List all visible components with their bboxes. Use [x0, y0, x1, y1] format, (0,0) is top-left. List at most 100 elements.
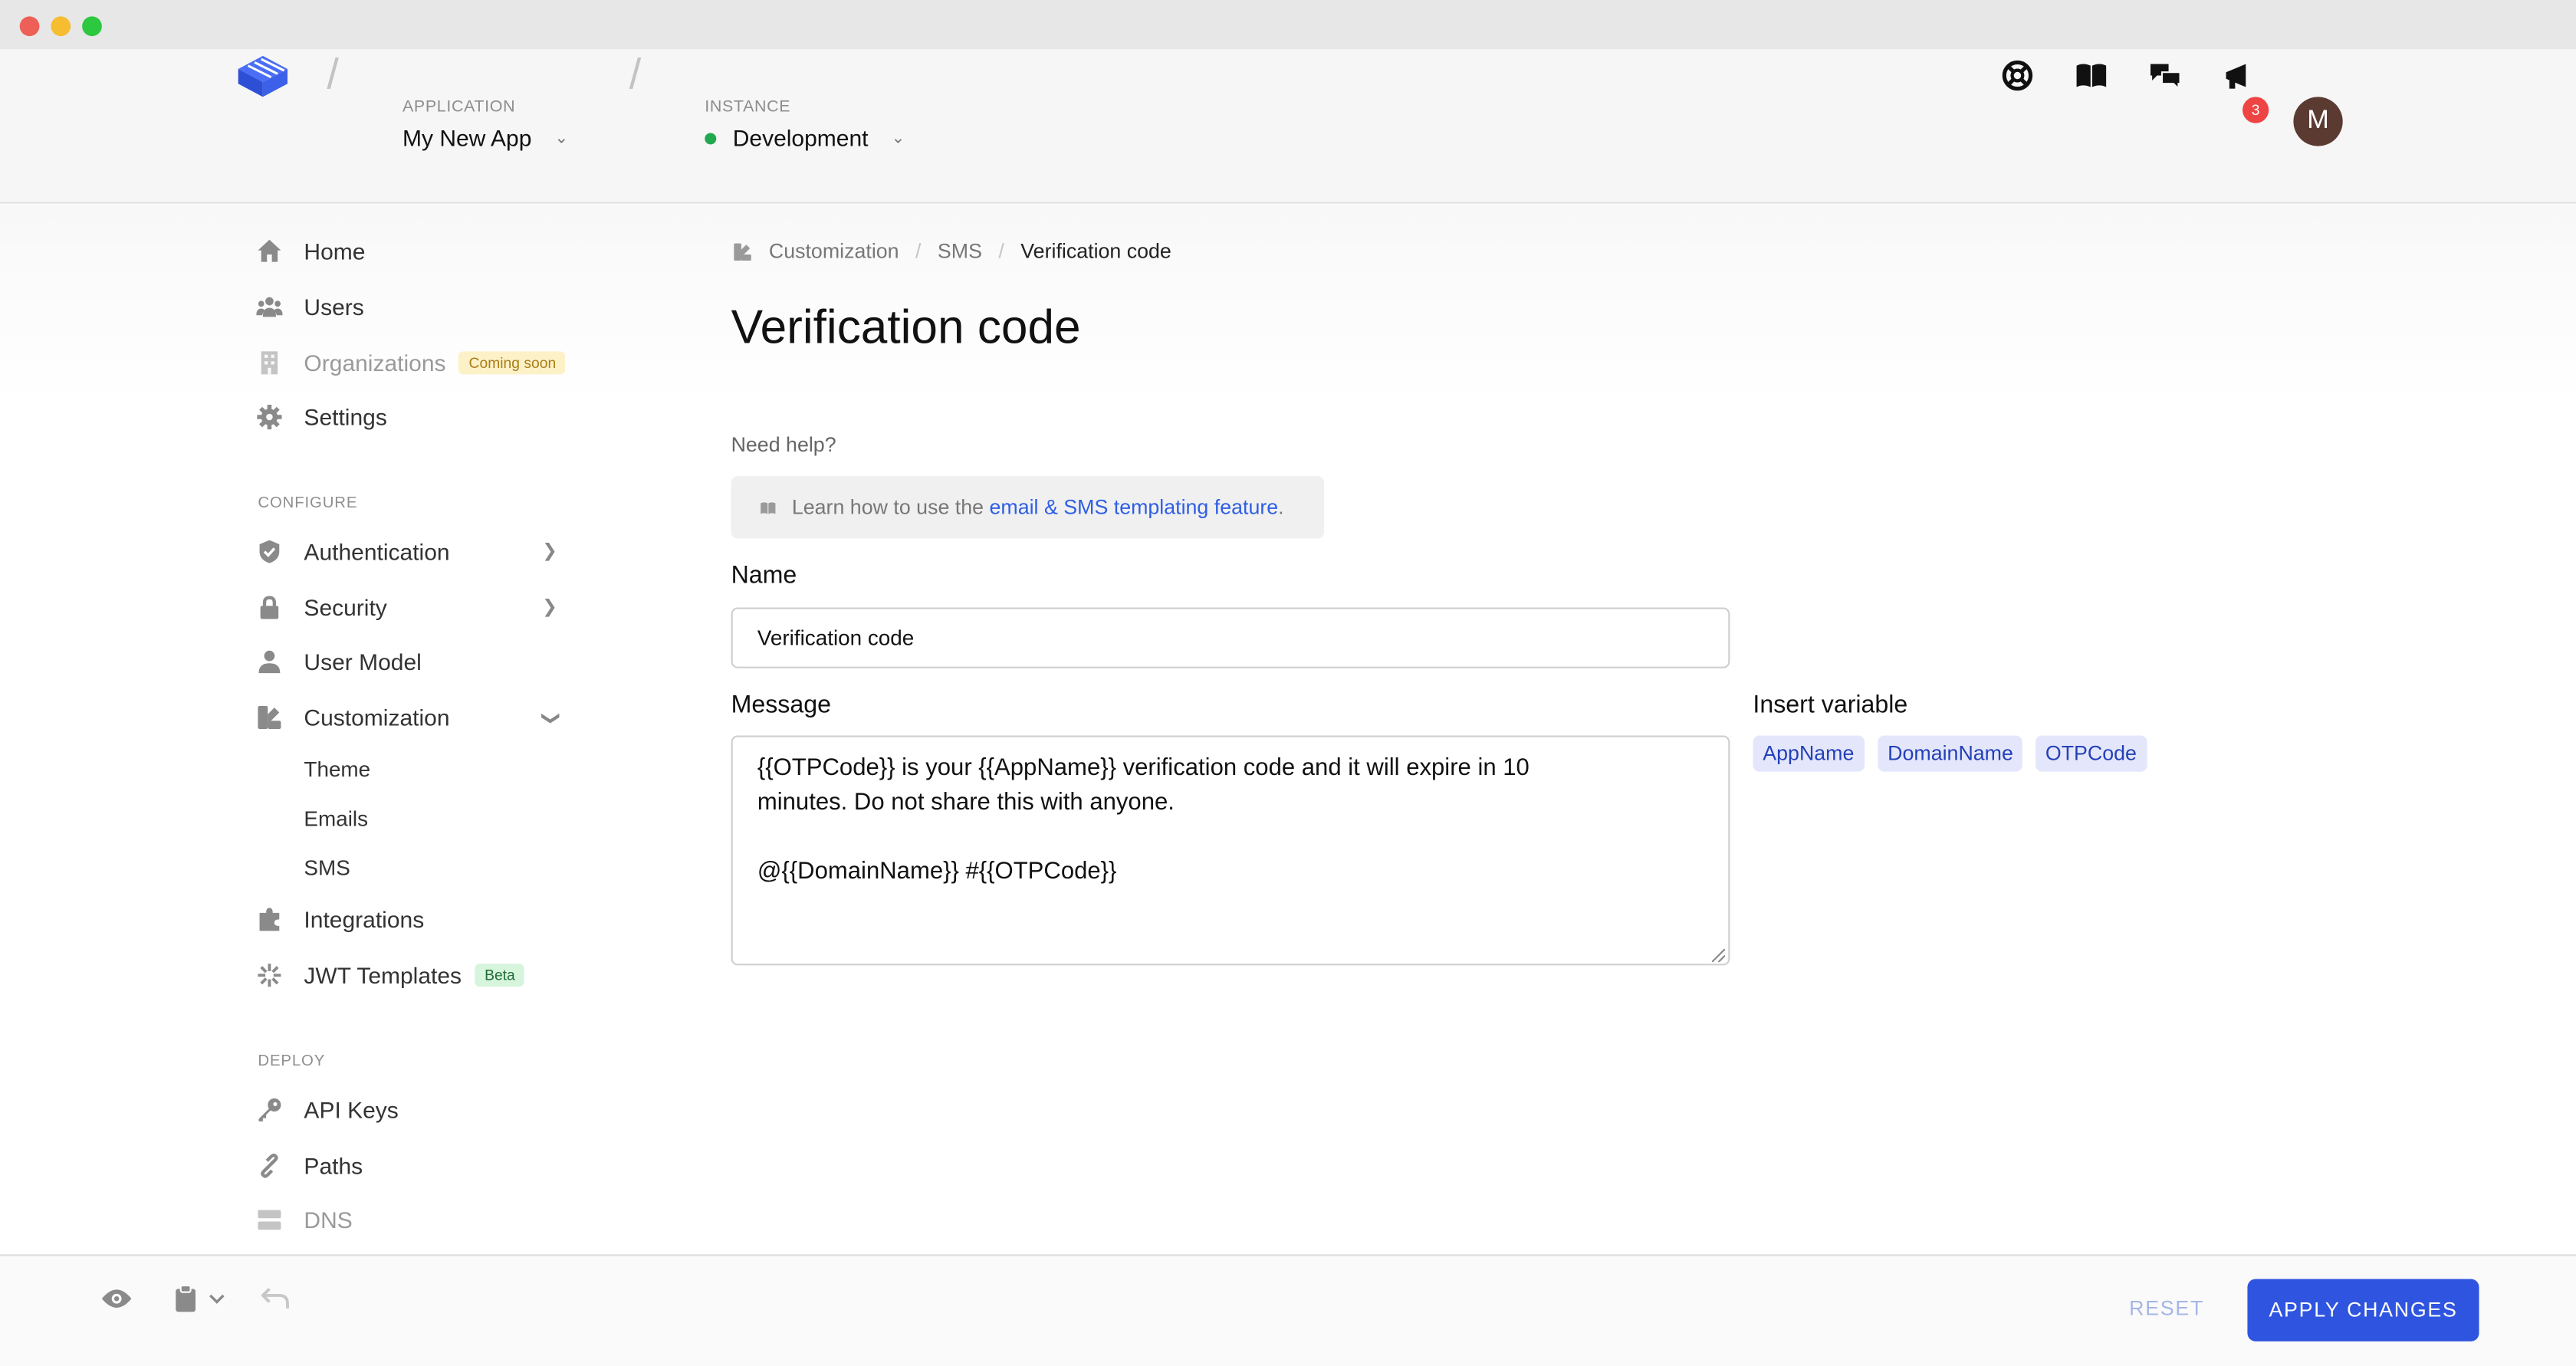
app-logo-icon[interactable]: [235, 48, 291, 100]
instance-label: INSTANCE: [705, 98, 791, 117]
deploy-section-heading: DEPLOY: [258, 1052, 326, 1071]
eye-icon[interactable]: [100, 1286, 133, 1312]
chevron-down-icon: ⌄: [554, 129, 569, 147]
beta-badge: Beta: [475, 964, 525, 987]
sidebar-item-settings[interactable]: Settings: [256, 401, 387, 434]
breadcrumb-separator: /: [915, 239, 922, 263]
breadcrumb-sms[interactable]: SMS: [938, 240, 982, 263]
sidebar-item-users[interactable]: Users: [256, 291, 364, 323]
coming-soon-badge: Coming soon: [458, 351, 567, 375]
minimize-window-button[interactable]: [51, 15, 71, 36]
sidebar-item-label: Users: [304, 294, 364, 320]
help-suffix: .: [1278, 495, 1284, 519]
shield-check-icon: [259, 540, 280, 563]
sidebar-item-label: Paths: [304, 1152, 363, 1179]
instance-switcher[interactable]: Development ⌄: [705, 125, 905, 151]
sidebar-item-label: Home: [304, 238, 366, 264]
top-navigation-bar: [0, 49, 2576, 204]
name-input[interactable]: [731, 607, 1730, 668]
user-icon: [258, 650, 281, 674]
sidebar-item-label: DNS: [304, 1207, 353, 1233]
sidebar-item-security[interactable]: Security: [256, 591, 387, 624]
message-textarea[interactable]: {{OTPCode}} is your {{AppName}} verifica…: [731, 735, 1730, 966]
home-icon: [258, 239, 281, 262]
gear-icon: [257, 404, 282, 430]
link-icon: [261, 1153, 278, 1178]
page-title: Verification code: [731, 302, 1081, 355]
help-text: Learn how to use the: [791, 495, 984, 519]
sidebar-item-home[interactable]: Home: [256, 235, 365, 268]
jwt-spark-icon: [258, 964, 281, 987]
templating-docs-link[interactable]: email & SMS templating feature: [990, 496, 1279, 519]
variable-chip-otpcode[interactable]: OTPCode: [2036, 735, 2147, 772]
paint-swatch-icon: [258, 705, 281, 729]
close-window-button[interactable]: [19, 15, 40, 36]
sidebar-item-label: Customization: [304, 704, 450, 731]
breadcrumb-customization[interactable]: Customization: [769, 240, 899, 263]
chat-icon[interactable]: [2147, 57, 2183, 94]
sidebar-subitem-sms[interactable]: SMS: [304, 855, 350, 880]
breadcrumb-current: Verification code: [1020, 239, 1171, 263]
instance-name: Development: [732, 124, 869, 152]
application-name: My New App: [402, 124, 532, 152]
reset-button[interactable]: RESET: [2129, 1297, 2204, 1320]
sidebar-item-dns[interactable]: DNS: [256, 1203, 353, 1236]
undo-icon[interactable]: [261, 1286, 291, 1312]
sidebar-item-label: Authentication: [304, 538, 450, 565]
chevron-down-icon: ⌄: [891, 129, 905, 147]
sidebar-item-label: JWT Templates: [304, 962, 462, 989]
users-icon: [256, 297, 283, 317]
name-field-label: Name: [731, 561, 797, 589]
variable-chip-domainname[interactable]: DomainName: [1878, 735, 2023, 772]
instance-status-dot: [705, 132, 717, 144]
sidebar-item-customization[interactable]: Customization: [256, 701, 450, 734]
header-divider: /: [629, 49, 642, 99]
server-icon: [258, 1210, 281, 1230]
maximize-window-button[interactable]: [82, 15, 102, 36]
help-box: Learn how to use the email & SMS templat…: [731, 476, 1325, 539]
support-lifebuoy-icon[interactable]: [1999, 57, 2036, 94]
sidebar-item-label: Integrations: [304, 906, 425, 933]
notification-count-badge: 3: [2242, 97, 2269, 123]
sidebar-item-label: Settings: [304, 403, 387, 431]
sidebar-item-integrations[interactable]: Integrations: [256, 903, 424, 936]
user-avatar[interactable]: M: [2293, 97, 2343, 146]
chevron-down-icon[interactable]: [207, 1290, 227, 1306]
sidebar-item-user-model[interactable]: User Model: [256, 645, 422, 678]
sidebar-item-api-keys[interactable]: API Keys: [256, 1093, 399, 1126]
sidebar-subitem-emails[interactable]: Emails: [304, 806, 368, 831]
docs-book-icon[interactable]: [2073, 57, 2109, 94]
clipboard-icon[interactable]: [174, 1284, 197, 1314]
sidebar-subitem-theme[interactable]: Theme: [304, 757, 370, 781]
chevron-right-icon: ❯: [542, 597, 557, 618]
announcements-megaphone-icon[interactable]: [2221, 57, 2257, 94]
breadcrumb: Customization / SMS / Verification code: [733, 240, 1171, 263]
sidebar-item-authentication[interactable]: Authentication: [256, 535, 450, 568]
building-icon: [261, 351, 278, 375]
sidebar-item-label: User Model: [304, 649, 422, 675]
variable-chip-appname[interactable]: AppName: [1753, 735, 1865, 772]
book-icon: [761, 501, 776, 514]
apply-changes-button[interactable]: APPLY CHANGES: [2247, 1279, 2479, 1341]
application-switcher[interactable]: My New App ⌄: [402, 125, 568, 151]
paint-swatch-icon: [734, 242, 751, 260]
chevron-right-icon: ❯: [542, 541, 557, 562]
sidebar-item-label: API Keys: [304, 1096, 399, 1124]
chevron-down-icon: ❯: [540, 711, 560, 726]
sidebar-item-label: Security: [304, 594, 387, 621]
sidebar-item-label: Organizations: [304, 350, 446, 376]
insert-variable-label: Insert variable: [1753, 691, 1908, 720]
sidebar-item-jwt-templates[interactable]: JWT Templates Beta: [256, 959, 525, 992]
puzzle-icon: [259, 908, 280, 931]
lock-icon: [260, 596, 279, 619]
application-label: APPLICATION: [402, 98, 516, 117]
sidebar-item-paths[interactable]: Paths: [256, 1149, 363, 1182]
breadcrumb-separator: /: [998, 239, 1004, 263]
configure-section-heading: CONFIGURE: [258, 494, 358, 513]
help-label: Need help?: [731, 433, 836, 457]
key-icon: [258, 1098, 281, 1121]
resize-handle-icon[interactable]: [1711, 948, 1725, 963]
message-field-label: Message: [731, 691, 832, 720]
header-divider: /: [327, 49, 339, 99]
window-titlebar: [0, 0, 2576, 50]
